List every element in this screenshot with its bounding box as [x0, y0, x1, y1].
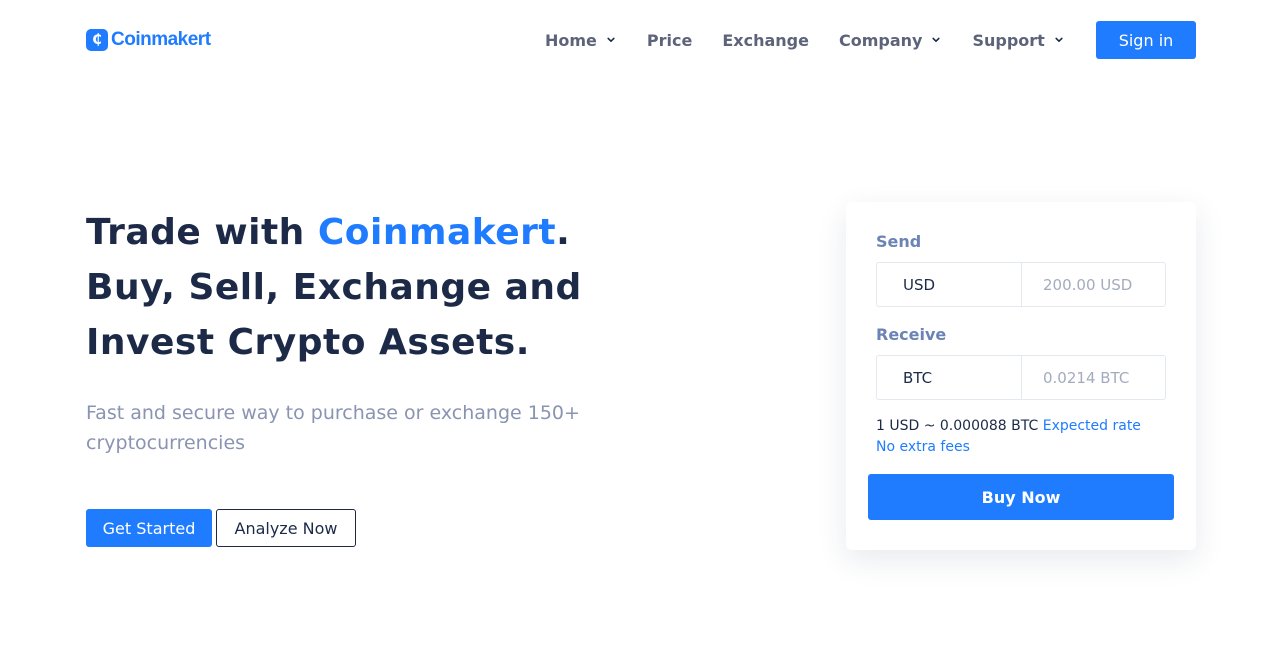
send-label: Send	[876, 232, 922, 251]
rate-text: 1 USD ~ 0.000088 BTC	[876, 418, 1039, 434]
get-started-button[interactable]: Get Started	[86, 509, 212, 547]
send-currency-select[interactable]: USD	[877, 263, 1022, 306]
nav-item-label: Price	[646, 30, 693, 50]
nav-item-label: Support	[972, 30, 1045, 50]
logo[interactable]: ₵ Coinmakert	[86, 29, 211, 51]
nav-item-company[interactable]: Company	[838, 30, 941, 50]
chevron-down-icon	[932, 37, 941, 42]
fees-note: No extra fees	[876, 439, 970, 455]
converter-card: Send USD 200.00 USD Receive BTC 0.0214 B…	[846, 202, 1196, 550]
chevron-down-icon	[1055, 37, 1063, 42]
receive-label: Receive	[876, 325, 947, 344]
buy-now-button[interactable]: Buy Now	[868, 474, 1174, 520]
analyze-now-button[interactable]: Analyze Now	[216, 509, 356, 547]
sign-in-button[interactable]: Sign in	[1096, 21, 1196, 59]
receive-currency-select[interactable]: BTC	[877, 356, 1022, 399]
main-menu: Home Price Exchange Company Support	[545, 29, 1063, 51]
send-field: USD 200.00 USD	[876, 262, 1166, 307]
receive-field: BTC 0.0214 BTC	[876, 355, 1166, 400]
rate-note: Expected rate	[1042, 418, 1141, 434]
nav-item-support[interactable]: Support	[972, 30, 1063, 50]
exchange-rate-info: 1 USD ~ 0.000088 BTC Expected rate No ex…	[876, 416, 1176, 458]
nav-item-price[interactable]: Price	[647, 31, 692, 50]
hero-title-prefix: Trade with	[86, 212, 318, 253]
top-navbar: ₵ Coinmakert Home Price Exchange Company…	[0, 0, 1282, 80]
nav-item-exchange[interactable]: Exchange	[722, 31, 809, 50]
receive-amount-input[interactable]: 0.0214 BTC	[1022, 356, 1165, 399]
logo-text: Coinmakert	[111, 29, 211, 50]
chevron-down-icon	[607, 37, 615, 42]
hero-title-dot: .	[556, 212, 571, 253]
nav-item-label: Company	[838, 30, 923, 50]
hero-title-rest: Buy, Sell, Exchange and Invest Crypto As…	[86, 267, 582, 363]
nav-item-label: Exchange	[722, 30, 809, 50]
hero-title-brand: Coinmakert	[317, 212, 557, 253]
nav-item-label: Home	[545, 30, 597, 50]
coin-logo-icon: ₵	[86, 29, 108, 51]
hero-title: Trade with Coinmakert. Buy, Sell, Exchan…	[86, 205, 626, 370]
hero-subtitle: Fast and secure way to purchase or excha…	[86, 402, 580, 454]
nav-item-home[interactable]: Home	[545, 31, 615, 50]
send-amount-input[interactable]: 200.00 USD	[1022, 263, 1165, 306]
